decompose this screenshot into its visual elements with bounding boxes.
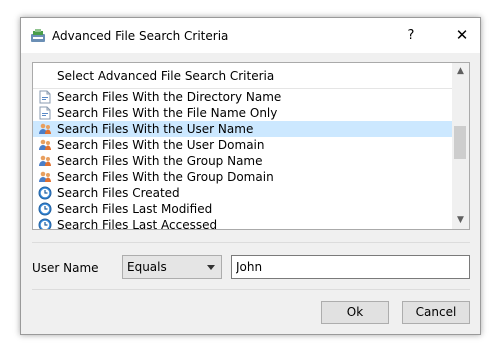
list-item[interactable]: Search Files With the File Name Only xyxy=(33,105,453,121)
operator-value: Equals xyxy=(127,260,167,274)
list-item-label: Search Files Created xyxy=(57,186,180,200)
users-icon xyxy=(38,138,52,152)
close-button[interactable]: ✕ xyxy=(442,18,482,53)
scroll-down-arrow-icon[interactable]: ▼ xyxy=(452,212,469,229)
clock-icon xyxy=(38,218,52,229)
list-item[interactable]: Search Files With the User Domain xyxy=(33,137,453,153)
criteria-items: Search Files With the Directory Name Sear… xyxy=(33,89,453,230)
list-item-label: Search Files Last Modified xyxy=(57,202,213,216)
list-item-label: Search Files With the Directory Name xyxy=(57,90,282,104)
vertical-scrollbar[interactable]: ▲ ▼ xyxy=(452,63,469,229)
users-icon xyxy=(38,170,52,184)
list-header: Select Advanced File Search Criteria xyxy=(57,69,275,83)
list-item[interactable]: Search Files Last Modified xyxy=(33,201,453,217)
title-bar[interactable]: Advanced File Search Criteria ? ✕ xyxy=(21,18,480,53)
list-item[interactable]: Search Files Created xyxy=(33,185,453,201)
file-icon xyxy=(38,106,52,120)
chevron-down-icon xyxy=(207,265,215,270)
separator xyxy=(32,242,470,243)
users-icon xyxy=(38,154,52,168)
field-label: User Name xyxy=(32,261,99,275)
list-item[interactable]: Search Files With the Group Name xyxy=(33,153,453,169)
list-item-label: Search Files With the User Domain xyxy=(57,138,265,152)
list-item-label: Search Files With the Group Name xyxy=(57,154,263,168)
list-item[interactable]: Search Files With the User Name xyxy=(33,121,453,137)
help-button[interactable]: ? xyxy=(393,18,429,53)
list-item-label: Search Files With the File Name Only xyxy=(57,106,278,120)
advanced-file-search-dialog: Advanced File Search Criteria ? ✕ Select… xyxy=(20,17,481,335)
criteria-value-input[interactable] xyxy=(231,255,470,279)
dialog-title: Advanced File Search Criteria xyxy=(52,29,229,43)
list-item-label: Search Files Last Accessed xyxy=(57,218,218,230)
cancel-button[interactable]: Cancel xyxy=(402,301,470,324)
clock-icon xyxy=(38,202,52,216)
clock-icon xyxy=(38,186,52,200)
ok-button[interactable]: Ok xyxy=(321,301,389,324)
operator-dropdown[interactable]: Equals xyxy=(122,255,222,279)
criteria-listbox[interactable]: Select Advanced File Search Criteria Sea… xyxy=(32,62,470,230)
list-item[interactable]: Search Files With the Group Domain xyxy=(33,169,453,185)
file-icon xyxy=(38,90,52,104)
list-item-label: Search Files With the User Name xyxy=(57,122,254,136)
scroll-up-arrow-icon[interactable]: ▲ xyxy=(452,63,469,80)
users-icon xyxy=(38,122,52,136)
search-criteria-app-icon xyxy=(31,29,45,42)
separator xyxy=(32,289,470,290)
list-item[interactable]: Search Files Last Accessed xyxy=(33,217,453,230)
list-item[interactable]: Search Files With the Directory Name xyxy=(33,89,453,105)
scrollbar-thumb[interactable] xyxy=(454,126,466,159)
list-item-label: Search Files With the Group Domain xyxy=(57,170,274,184)
